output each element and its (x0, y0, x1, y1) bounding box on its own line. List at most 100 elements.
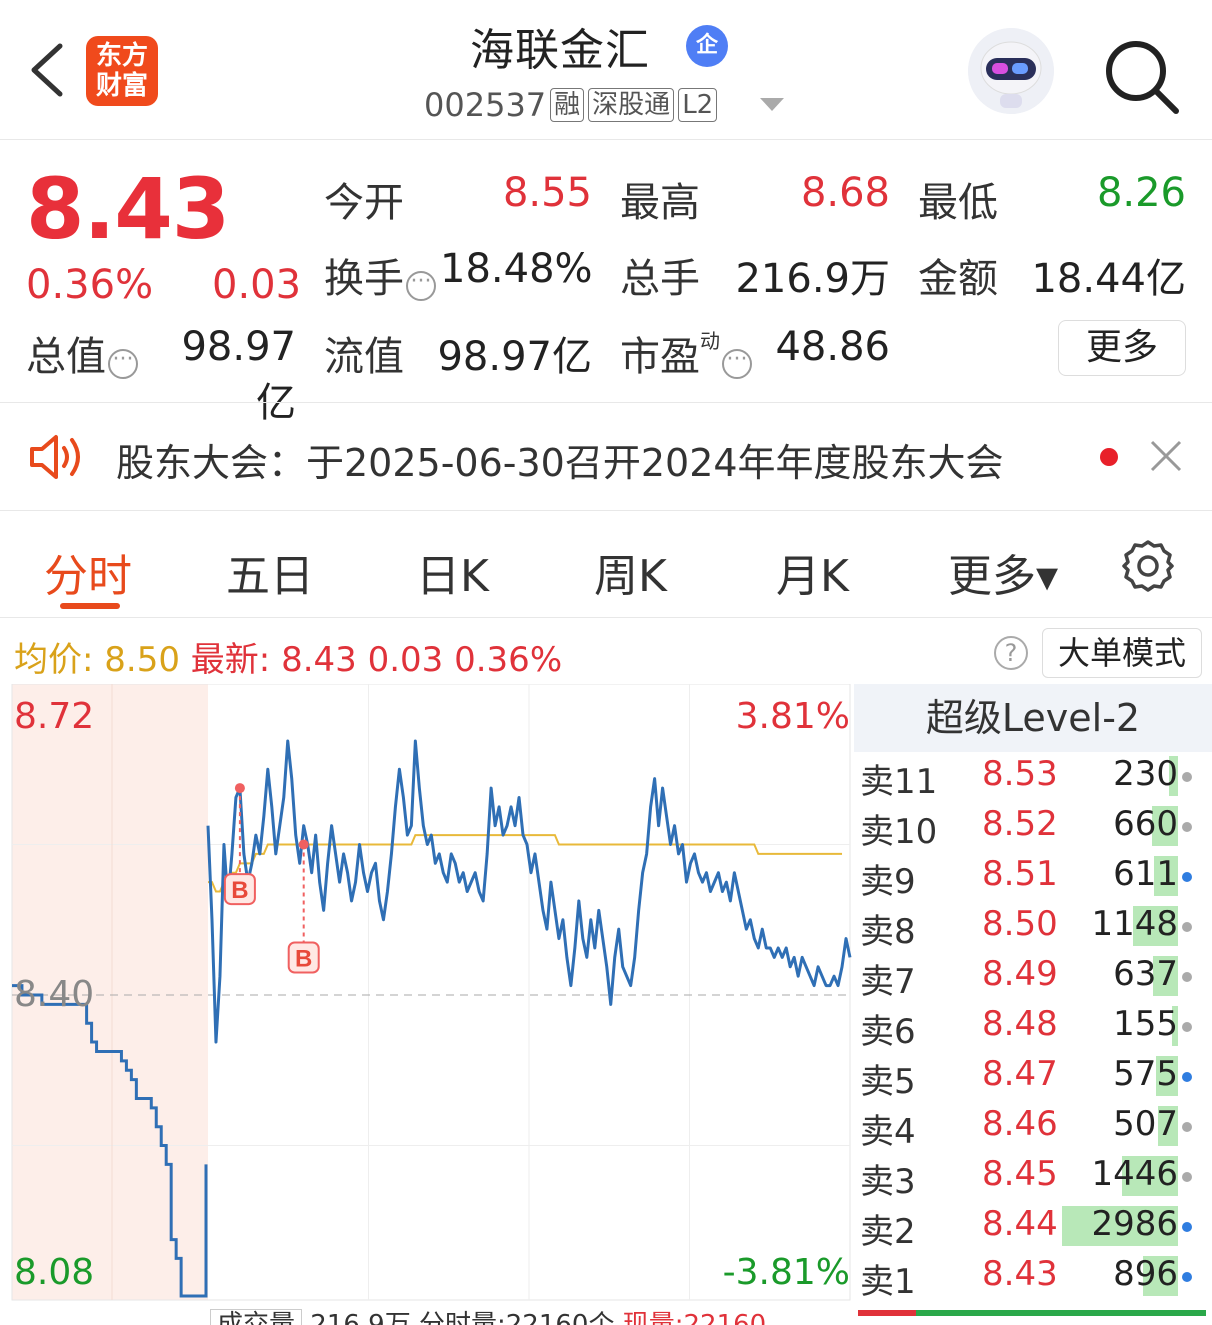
level2-row-dot (1182, 772, 1192, 782)
level2-title[interactable]: 超级Level-2 (854, 684, 1212, 752)
level2-row-volume: 155 (1113, 1004, 1178, 1044)
level2-row-price: 8.45 (982, 1154, 1058, 1194)
level2-row-price: 8.49 (982, 954, 1058, 994)
level2-row[interactable]: 卖2 8.44 2986 (858, 1202, 1212, 1252)
level2-row-name: 卖10 (860, 812, 938, 852)
info-dots-icon[interactable]: ··· (108, 349, 138, 379)
search-icon[interactable] (1100, 36, 1180, 116)
level2-row-dot (1182, 1072, 1192, 1082)
assistant-robot-icon[interactable] (968, 28, 1054, 114)
avg-label: 均价: (14, 640, 94, 680)
tab-more[interactable]: 更多▾ (948, 540, 1058, 604)
buy-marker-point (298, 839, 309, 850)
tab-daily-k[interactable]: 日K (416, 540, 489, 604)
stock-code-row[interactable]: 002537 融深股通 L2 (424, 86, 718, 124)
buy-sell-ratio-bar-buy (916, 1310, 1206, 1316)
level2-row-volume: 575 (1113, 1054, 1178, 1094)
top-bar: 东方 财富 海联金汇 企 002537 融深股通 L2 (0, 0, 1212, 140)
level2-row-name: 卖2 (860, 1212, 916, 1252)
level2-row[interactable]: 卖4 8.46 507 (858, 1102, 1212, 1152)
gear-icon[interactable] (1120, 538, 1176, 594)
level2-row[interactable]: 卖6 8.48 155 (858, 1002, 1212, 1052)
level2-row-price: 8.51 (982, 854, 1058, 894)
volume-label[interactable]: 成交量 (210, 1309, 303, 1325)
level2-row-name: 卖1 (860, 1262, 916, 1302)
level2-row[interactable]: 卖10 8.52 660 (858, 802, 1212, 852)
notice-text: 股东大会：于2025-06-30召开2024年年度股东大会 (116, 441, 1004, 485)
help-icon[interactable]: ? (994, 636, 1028, 670)
level2-row-volume: 611 (1113, 854, 1178, 894)
divider (0, 402, 1212, 403)
y-min-label: 8.08 (14, 1252, 95, 1293)
level2-row-volume: 230 (1113, 754, 1178, 794)
level2-row-name: 卖7 (860, 962, 916, 1002)
volume-summary: 成交量 216.9万 分时量:22160个 现量:22160 (210, 1304, 850, 1325)
current-price: 8.43 (26, 160, 230, 258)
level2-row-volume: 660 (1113, 804, 1178, 844)
tab-weekly-k[interactable]: 周K (594, 540, 667, 604)
big-order-mode-button[interactable]: 大单模式 (1042, 628, 1202, 678)
float-value-label: 流值 (324, 334, 404, 380)
logo-line-2: 财富 (95, 71, 148, 101)
change-amount: 0.03 (212, 262, 302, 308)
logo-line-1: 东方 (95, 41, 148, 71)
level2-row-volume: 896 (1113, 1254, 1178, 1294)
level2-row[interactable]: 卖9 8.51 611 (858, 852, 1212, 902)
more-quote-button[interactable]: 更多 (1058, 320, 1186, 376)
prev-close-label: 8.40 (14, 974, 95, 1015)
level2-row[interactable]: 卖8 8.50 1148 (858, 902, 1212, 952)
info-dots-icon[interactable]: ··· (722, 349, 752, 379)
stock-name: 海联金汇 (470, 25, 650, 76)
tab-five-day[interactable]: 五日 (226, 540, 314, 604)
buy-sell-ratio-bar-sell (858, 1310, 916, 1316)
tab-monthly-k[interactable]: 月K (776, 540, 849, 604)
level2-row-price: 8.47 (982, 1054, 1058, 1094)
level2-row[interactable]: 卖1 8.43 896 (858, 1252, 1212, 1302)
volume-total: 216.9万 (310, 1310, 411, 1325)
level2-row-price: 8.44 (982, 1204, 1058, 1244)
stock-code: 002537 (424, 86, 547, 124)
active-tab-indicator (60, 603, 120, 609)
level2-row-dot (1182, 822, 1192, 832)
level2-row-volume: 1446 (1091, 1154, 1178, 1194)
amount-label: 金额 (918, 256, 998, 302)
intraday-chart-svg: BB (11, 683, 852, 1301)
level2-row-name: 卖11 (860, 762, 938, 802)
avg-value: 8.50 (104, 640, 180, 680)
level2-row-dot (1182, 1122, 1192, 1132)
tag-connect: 深股通 (588, 88, 675, 122)
intraday-chart[interactable]: BB 8.72 8.08 8.40 3.81% -3.81% 成交量 216.9… (0, 683, 852, 1325)
tab-intraday[interactable]: 分时 (44, 540, 132, 604)
level2-row-name: 卖4 (860, 1112, 916, 1152)
volume-label: 总手 (620, 256, 700, 302)
notice-banner[interactable]: 股东大会：于2025-06-30召开2024年年度股东大会 (0, 404, 1212, 508)
level2-row[interactable]: 卖5 8.47 575 (858, 1052, 1212, 1102)
low-value: 8.26 (1096, 170, 1186, 216)
level2-row-price: 8.53 (982, 754, 1058, 794)
chevron-down-icon[interactable] (760, 98, 784, 111)
pe-value: 48.86 (775, 324, 890, 370)
buy-marker-point (234, 783, 245, 794)
app-logo[interactable]: 东方 财富 (86, 36, 158, 106)
level2-row-name: 卖6 (860, 1012, 916, 1052)
level2-row[interactable]: 卖7 8.49 637 (858, 952, 1212, 1002)
level2-row-dot (1182, 1222, 1192, 1232)
turnover-label: 换手 ··· (324, 246, 436, 304)
level2-row-volume: 1148 (1091, 904, 1178, 944)
level2-row[interactable]: 卖11 8.53 230 (858, 752, 1212, 802)
back-arrow-icon[interactable] (26, 40, 76, 100)
close-icon[interactable] (1148, 438, 1184, 474)
chart-tabs: 分时 五日 日K 周K 月K 更多▾ (0, 512, 1212, 618)
level2-row-price: 8.46 (982, 1104, 1058, 1144)
level2-row-price: 8.48 (982, 1004, 1058, 1044)
volume-per-minute: 分时量:22160个 (418, 1310, 615, 1325)
open-value: 8.55 (502, 170, 592, 216)
tag-l2: L2 (678, 88, 718, 122)
latest-label: 最新: (190, 640, 271, 680)
level2-row-dot (1182, 972, 1192, 982)
info-dots-icon[interactable]: ··· (406, 271, 436, 301)
tag-margin: 融 (550, 88, 585, 122)
level2-row[interactable]: 卖3 8.45 1446 (858, 1152, 1212, 1202)
change-percent: 0.36% (26, 262, 154, 308)
level2-row-dot (1182, 1272, 1192, 1282)
